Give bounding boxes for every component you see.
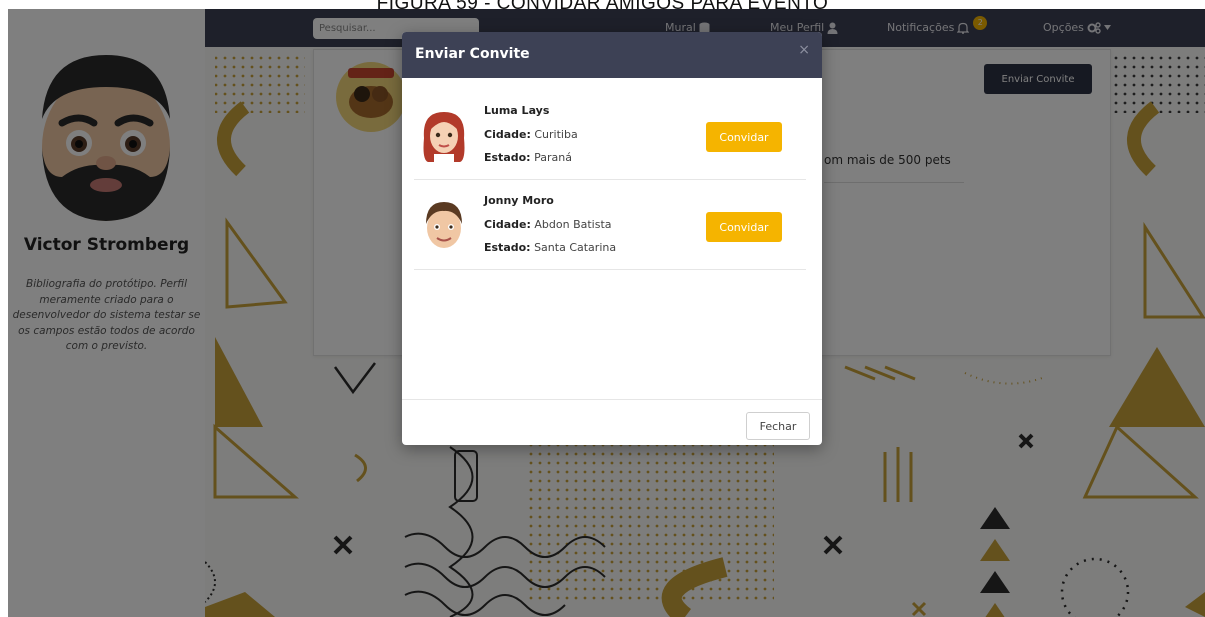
state-value: Santa Catarina	[534, 241, 617, 254]
state-label: Estado:	[484, 151, 531, 164]
state-label: Estado:	[484, 241, 531, 254]
state-value: Paraná	[534, 151, 572, 164]
figure-caption: FIGURA 59 - CONVIDAR AMIGOS PARA EVENTO	[376, 0, 829, 14]
friend-state: Estado: Paraná	[484, 151, 572, 164]
woman-avatar-icon	[423, 112, 465, 164]
friend-state: Estado: Santa Catarina	[484, 241, 616, 254]
man-avatar-icon	[426, 202, 462, 248]
modal-header: Enviar Convite ×	[402, 32, 822, 78]
friend-row: Jonny Moro Cidade: Abdon Batista Estado:…	[414, 180, 806, 270]
invite-button[interactable]: Convidar	[706, 122, 782, 152]
city-label: Cidade:	[484, 128, 531, 141]
city-label: Cidade:	[484, 218, 531, 231]
friend-city: Cidade: Curitiba	[484, 128, 578, 141]
modal-footer-divider	[402, 399, 822, 400]
friend-name: Luma Lays	[484, 104, 550, 117]
friend-row: Luma Lays Cidade: Curitiba Estado: Paran…	[414, 90, 806, 180]
city-value: Abdon Batista	[534, 218, 612, 231]
modal-title: Enviar Convite	[415, 46, 530, 62]
friend-name: Jonny Moro	[484, 194, 554, 207]
city-value: Curitiba	[534, 128, 578, 141]
close-icon[interactable]: ×	[798, 42, 810, 58]
invite-button[interactable]: Convidar	[706, 212, 782, 242]
invite-modal: Enviar Convite × Luma Lays Cidade: Curit…	[402, 32, 822, 445]
app-window: Victor Stromberg Bibliografia do protóti…	[8, 9, 1205, 617]
friend-city: Cidade: Abdon Batista	[484, 218, 612, 231]
close-button[interactable]: Fechar	[746, 412, 810, 440]
